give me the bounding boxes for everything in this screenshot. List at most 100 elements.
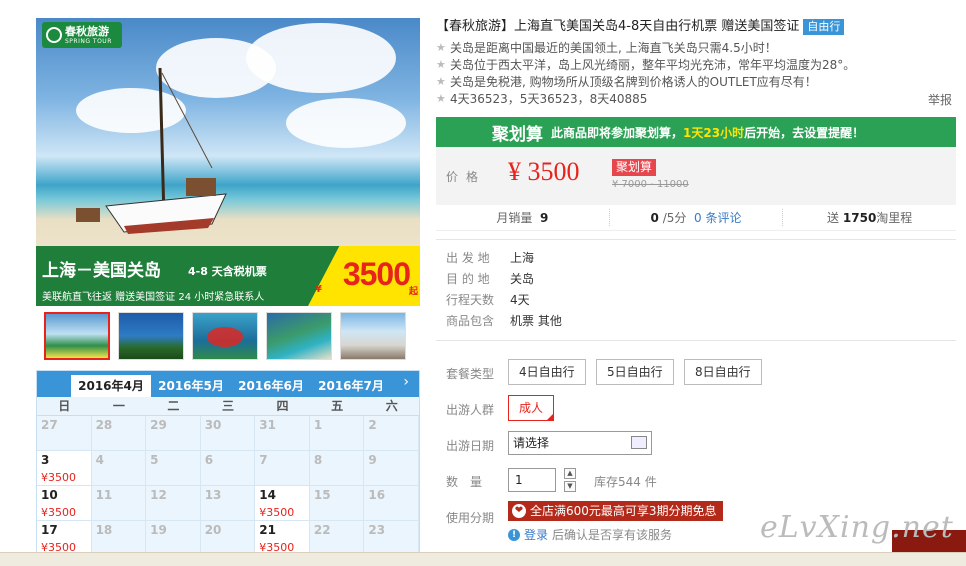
day-number: 8 xyxy=(313,453,323,467)
day-number: 28 xyxy=(95,418,113,432)
day-number: 5 xyxy=(150,453,159,467)
calendar-day: 16 xyxy=(364,486,419,521)
info-key: 行程天数 xyxy=(446,293,495,307)
package-option-5day[interactable]: 5日自由行 xyxy=(596,359,674,385)
free-travel-badge: 自由行 xyxy=(803,19,845,35)
decrement-icon[interactable]: ▼ xyxy=(564,481,576,492)
day-number: 17 xyxy=(41,523,58,537)
product-detail: 【春秋旅游】上海直飞美国关岛4-8天自由行机票 赠送美国签证 自由行 ★ 关岛是距离… xyxy=(436,18,956,549)
monthly-sales: 月销量 9 xyxy=(436,209,610,226)
info-icon: ! xyxy=(508,528,520,541)
package-row: 套餐类型 4日自由行 5日自由行 8日自由行 xyxy=(436,355,956,391)
info-key: 出 发 地 xyxy=(446,251,490,265)
calendar-day: 9 xyxy=(364,451,419,486)
thumbnail-1[interactable] xyxy=(44,312,110,360)
login-link[interactable]: 登录 xyxy=(524,526,548,543)
weekday: 二 xyxy=(167,399,180,413)
feature-line: ★ 关岛是距离中国最近的美国领土, 上海直飞关岛只需4.5小时！ xyxy=(436,40,956,56)
calendar-day: 8 xyxy=(309,451,365,486)
thumbnail-2[interactable] xyxy=(118,312,184,360)
installment-promo[interactable]: ❤ 全店满600元最高可享3期分期免息 xyxy=(508,501,723,521)
promo-banner: 上海－美国关岛 4-8 天含税机票 美联航直飞往返 赠送美国签证 24 小时紧急… xyxy=(36,246,420,306)
feature-text: 关岛是距离中国最近的美国领土, 上海直飞关岛只需4.5小时！ xyxy=(450,41,777,55)
day-number: 18 xyxy=(95,523,113,537)
browser-status-bar xyxy=(0,552,966,566)
price-value: ¥ 3500 xyxy=(508,157,580,186)
thumbnail-3[interactable] xyxy=(192,312,258,360)
calendar-day: 20 xyxy=(200,521,256,556)
day-number: 20 xyxy=(204,523,222,537)
calendar-day: 15 xyxy=(309,486,365,521)
day-number: 14 xyxy=(259,488,276,502)
original-price: ¥ 7000 - 11000 xyxy=(612,179,689,190)
banner-qi: 起 xyxy=(408,287,418,297)
calendar-day[interactable]: 17 ¥3500 xyxy=(37,521,92,556)
quantity-input[interactable]: 1 xyxy=(508,468,556,492)
increment-icon[interactable]: ▲ xyxy=(564,468,576,479)
day-number: 2 xyxy=(368,418,377,432)
logo-cn: 春秋旅游 xyxy=(65,24,109,38)
feature-text: 4天36523，5天36523，8天40885 xyxy=(450,92,648,106)
logo-en: SPRING TOUR xyxy=(65,37,112,45)
calendar-day: 22 xyxy=(309,521,365,556)
calendar-day: 2 xyxy=(364,416,419,451)
main-product-image[interactable]: 春秋旅游 SPRING TOUR 上海－美国关岛 4-8 天含税机票 美联航直飞… xyxy=(36,18,420,306)
star-icon: ★ xyxy=(436,92,446,105)
info-value: 机票 其他 xyxy=(510,314,562,328)
calendar-month-tabs: 2016年4月 2016年5月 2016年6月 2016年7月 › xyxy=(37,371,419,397)
tab-month-2[interactable]: 2016年5月 xyxy=(151,375,231,397)
product-gallery: 春秋旅游 SPRING TOUR 上海－美国关岛 4-8 天含税机票 美联航直飞… xyxy=(36,18,420,566)
feature-line: ★ 4天36523，5天36523，8天40885 xyxy=(436,91,956,107)
mileage-points: 送 1750淘里程 xyxy=(827,211,913,225)
group-option-adult[interactable]: 成人 xyxy=(508,395,555,421)
calendar-day: 12 xyxy=(146,486,201,521)
package-option-8day[interactable]: 8日自由行 xyxy=(684,359,762,385)
day-number: 16 xyxy=(368,488,386,502)
quantity-stepper: ▲ ▼ xyxy=(564,468,576,492)
rating-reviews: 0 /5分 0 条评论 xyxy=(610,209,784,226)
report-link[interactable]: 举报 xyxy=(928,91,952,108)
tab-month-4[interactable]: 2016年7月 xyxy=(311,375,391,397)
calendar-day[interactable]: 3 ¥3500 xyxy=(37,451,92,486)
day-number: 1 xyxy=(313,418,323,432)
tab-month-3[interactable]: 2016年6月 xyxy=(231,375,311,397)
installment-icon: ❤ xyxy=(512,504,526,518)
weekday: 五 xyxy=(331,399,344,413)
travel-date-select[interactable]: 请选择 xyxy=(508,431,652,455)
calendar-day[interactable]: 21 ¥3500 xyxy=(255,521,310,556)
calendar-day: 7 xyxy=(255,451,310,486)
calendar-day[interactable]: 10 ¥3500 xyxy=(37,486,92,521)
package-option-4day[interactable]: 4日自由行 xyxy=(508,359,586,385)
banner-subtitle: 4-8 天含税机票 xyxy=(188,265,267,278)
thumbnail-5[interactable] xyxy=(340,312,406,360)
calendar-day[interactable]: 14 ¥3500 xyxy=(255,486,310,521)
calendar-day: 13 xyxy=(200,486,256,521)
info-row: 行程天数 4天 xyxy=(446,290,956,311)
reviews-link[interactable]: 0 条评论 xyxy=(694,211,741,225)
feature-line: ★ 关岛位于西太平洋，岛上风光绮丽，整年平均光充沛，常年平均温度为28°。 xyxy=(436,57,956,73)
thumbnail-4[interactable] xyxy=(266,312,332,360)
weekday: 日 xyxy=(58,399,71,413)
group-label: 出游人群 xyxy=(446,403,495,417)
departure-calendar: 2016年4月 2016年5月 2016年6月 2016年7月 › 日 一 二 … xyxy=(36,370,420,566)
promo-message[interactable]: 此商品即将参加聚划算，1天23小时后开始，去设置提醒！ xyxy=(551,124,864,141)
date-row: 出游日期 请选择 xyxy=(436,427,956,463)
weekday: 三 xyxy=(221,399,234,413)
chevron-right-icon[interactable]: › xyxy=(403,374,409,390)
price-box: 价格 ¥ 3500 聚划算 ¥ 7000 - 11000 xyxy=(436,147,956,205)
calendar-days: 27 28 29 30 31 1 2 3 ¥3500 4 5 6 7 8 9 10 ¥3500 11 12 13 14 ¥… xyxy=(37,416,419,556)
calendar-icon[interactable] xyxy=(631,436,647,449)
info-row: 商品包含 机票 其他 xyxy=(446,311,956,332)
product-title-text: 【春秋旅游】上海直飞美国关岛4-8天自由行机票 赠送美国签证 xyxy=(436,19,800,34)
watermark: eLvXing.net xyxy=(760,510,954,545)
trip-info: 出 发 地 上海 目 的 地 关岛 行程天数 4天 商品包含 机票 其他 xyxy=(436,239,956,341)
day-number: 13 xyxy=(204,488,222,502)
calendar-day: 1 xyxy=(309,416,365,451)
day-number: 9 xyxy=(368,453,377,467)
tab-month-1[interactable]: 2016年4月 xyxy=(71,375,151,397)
feature-text: 关岛位于西太平洋，岛上风光绮丽，整年平均光充沛，常年平均温度为28°。 xyxy=(450,58,856,72)
stock-count: 库存544 件 xyxy=(594,475,657,489)
weekday: 一 xyxy=(112,399,125,413)
calendar-day: 31 xyxy=(255,416,310,451)
day-number: 21 xyxy=(259,523,276,537)
